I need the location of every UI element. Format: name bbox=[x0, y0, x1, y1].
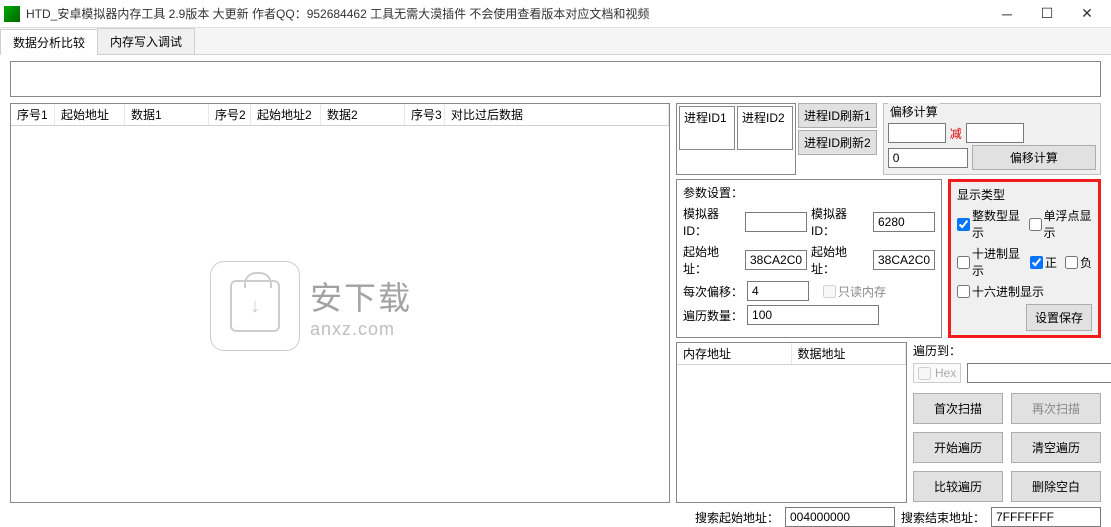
col-start-addr[interactable]: 起始地址 bbox=[55, 104, 125, 125]
compare-traverse-button[interactable]: 比较遍历 bbox=[913, 471, 1003, 502]
negative-checkbox[interactable]: 负 bbox=[1065, 245, 1092, 279]
dec-display-checkbox[interactable]: 十进制显示 bbox=[957, 245, 1022, 279]
window-controls: ─ ☐ ✕ bbox=[987, 2, 1107, 26]
offset-input2[interactable] bbox=[966, 123, 1024, 143]
close-button[interactable]: ✕ bbox=[1067, 2, 1107, 26]
refresh-pid1-button[interactable]: 进程ID刷新1 bbox=[798, 103, 877, 128]
process-id1[interactable]: 进程ID1 bbox=[679, 106, 735, 150]
int-display-checkbox[interactable]: 整数型显示 bbox=[957, 207, 1021, 241]
data-table: 序号1 起始地址 数据1 序号2 起始地址2 数据2 序号3 对比过后数据 ↓ … bbox=[10, 103, 670, 503]
col-mem-addr[interactable]: 内存地址 bbox=[677, 343, 792, 364]
col-data1[interactable]: 数据1 bbox=[125, 104, 209, 125]
col-data-addr[interactable]: 数据地址 bbox=[792, 343, 907, 364]
col-data2[interactable]: 数据2 bbox=[321, 104, 405, 125]
col-index2[interactable]: 序号2 bbox=[209, 104, 251, 125]
offset-title: 偏移计算 bbox=[888, 103, 940, 120]
save-settings-button[interactable]: 设置保存 bbox=[1026, 304, 1092, 331]
start-addr-label: 起始地址： bbox=[683, 243, 741, 277]
search-end-label: 搜索结束地址： bbox=[901, 509, 985, 526]
offset-calc-box: 偏移计算 减 偏移计算 bbox=[883, 103, 1101, 175]
titlebar: HTD_安卓模拟器内存工具 2.9版本 大更新 作者QQ：952684462 工… bbox=[0, 0, 1111, 28]
sim-id-label: 模拟器ID： bbox=[683, 205, 741, 239]
hex-display-checkbox[interactable]: 十六进制显示 bbox=[957, 283, 1044, 300]
start-addr2-label: 起始地址： bbox=[811, 243, 869, 277]
search-start-label: 搜索起始地址： bbox=[695, 509, 779, 526]
positive-checkbox[interactable]: 正 bbox=[1030, 245, 1057, 279]
maximize-button[interactable]: ☐ bbox=[1027, 2, 1067, 26]
traverse-count-label: 遍历数量： bbox=[683, 307, 743, 324]
content-area: 序号1 起始地址 数据1 序号2 起始地址2 数据2 序号3 对比过后数据 ↓ … bbox=[10, 103, 1101, 503]
offset-each-label: 每次偏移： bbox=[683, 283, 743, 300]
param-section: 参数设置： 模拟器ID： 模拟器ID： 起始地址： 起始地址： 每 bbox=[676, 179, 1101, 338]
start-addr2-input[interactable] bbox=[873, 250, 935, 270]
right-panel: 进程ID1 进程ID2 进程ID刷新1 进程ID刷新2 偏移计算 减 bbox=[676, 103, 1101, 503]
param-settings: 参数设置： 模拟器ID： 模拟器ID： 起始地址： 起始地址： 每 bbox=[676, 179, 942, 338]
search-start-input[interactable] bbox=[785, 507, 895, 527]
display-type-box: 显示类型 整数型显示 单浮点显示 十进制显示 正 负 十六进制显示 设置保存 bbox=[948, 179, 1101, 338]
col-index1[interactable]: 序号1 bbox=[11, 104, 55, 125]
search-row: 搜索起始地址： 搜索结束地址： bbox=[10, 507, 1101, 527]
offset-calc-button[interactable]: 偏移计算 bbox=[972, 145, 1096, 170]
window-title: HTD_安卓模拟器内存工具 2.9版本 大更新 作者QQ：952684462 工… bbox=[26, 5, 987, 22]
search-end-input[interactable] bbox=[991, 507, 1101, 527]
param-title: 参数设置： bbox=[683, 184, 743, 201]
traverse-to-label: 遍历到： bbox=[913, 342, 961, 359]
tab-bar: 数据分析比较 内存写入调试 bbox=[0, 28, 1111, 55]
watermark-icon: ↓ bbox=[210, 261, 300, 351]
watermark-main: 安下载 bbox=[310, 273, 412, 319]
first-scan-button[interactable]: 首次扫描 bbox=[913, 393, 1003, 424]
workspace: 序号1 起始地址 数据1 序号2 起始地址2 数据2 序号3 对比过后数据 ↓ … bbox=[0, 61, 1111, 524]
table-header: 序号1 起始地址 数据1 序号2 起始地址2 数据2 序号3 对比过后数据 bbox=[11, 104, 669, 126]
refresh-pid2-button[interactable]: 进程ID刷新2 bbox=[798, 130, 877, 155]
hex-checkbox[interactable]: Hex bbox=[913, 363, 961, 383]
display-type-title: 显示类型 bbox=[957, 186, 1092, 203]
mid-section: 内存地址 数据地址 遍历到： Hex bbox=[676, 338, 1101, 503]
offset-minus-label: 减 bbox=[950, 125, 962, 142]
delete-blank-button[interactable]: 删除空白 bbox=[1011, 471, 1101, 502]
start-traverse-button[interactable]: 开始遍历 bbox=[913, 432, 1003, 463]
readonly-checkbox[interactable]: 只读内存 bbox=[823, 283, 886, 300]
watermark-sub: anxz.com bbox=[310, 319, 412, 340]
col-start-addr2[interactable]: 起始地址2 bbox=[251, 104, 321, 125]
col-compared-data[interactable]: 对比过后数据 bbox=[445, 104, 669, 125]
top-empty-bar bbox=[10, 61, 1101, 97]
sim-id2-label: 模拟器ID： bbox=[811, 205, 869, 239]
process-id2[interactable]: 进程ID2 bbox=[737, 106, 793, 150]
offset-input1[interactable] bbox=[888, 123, 946, 143]
offset-each-input[interactable] bbox=[747, 281, 809, 301]
tab-data-analysis[interactable]: 数据分析比较 bbox=[0, 29, 98, 55]
address-table: 内存地址 数据地址 bbox=[676, 342, 907, 503]
traverse-value-input[interactable] bbox=[967, 363, 1111, 383]
rescan-button[interactable]: 再次扫描 bbox=[1011, 393, 1101, 424]
sim-id2-input[interactable] bbox=[873, 212, 935, 232]
minimize-button[interactable]: ─ bbox=[987, 2, 1027, 26]
float-display-checkbox[interactable]: 单浮点显示 bbox=[1029, 207, 1093, 241]
process-inputs: 进程ID1 进程ID2 bbox=[676, 103, 796, 175]
traverse-count-input[interactable] bbox=[747, 305, 879, 325]
app-icon bbox=[4, 6, 20, 22]
start-addr-input[interactable] bbox=[745, 250, 807, 270]
col-index3[interactable]: 序号3 bbox=[405, 104, 445, 125]
offset-result[interactable] bbox=[888, 148, 968, 168]
watermark: ↓ 安下载 anxz.com bbox=[210, 261, 412, 351]
sim-id-input[interactable] bbox=[745, 212, 807, 232]
process-section: 进程ID1 进程ID2 进程ID刷新1 进程ID刷新2 偏移计算 减 bbox=[676, 103, 1101, 175]
tab-memory-write[interactable]: 内存写入调试 bbox=[97, 28, 195, 54]
clear-traverse-button[interactable]: 清空遍历 bbox=[1011, 432, 1101, 463]
